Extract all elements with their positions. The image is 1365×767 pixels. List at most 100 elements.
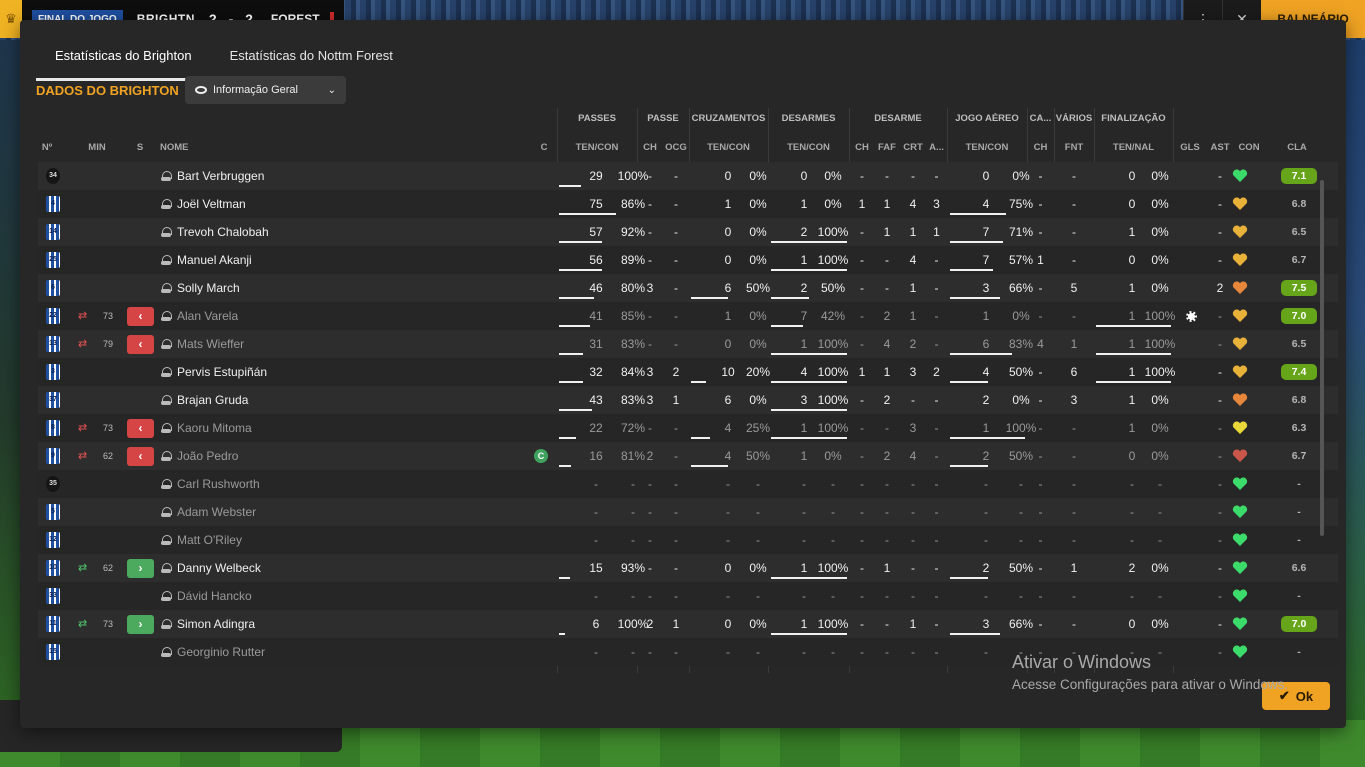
player-name[interactable]: João Pedro bbox=[177, 442, 238, 470]
col-header-con[interactable]: CON bbox=[1234, 142, 1264, 153]
player-name[interactable]: Bart Verbruggen bbox=[177, 162, 264, 190]
stat-p-ocg: - bbox=[674, 589, 678, 603]
player-name[interactable]: Dávid Hancko bbox=[177, 582, 252, 610]
player-name[interactable]: Trevoh Chalobah bbox=[177, 218, 269, 246]
col-header-no[interactable]: Nº bbox=[38, 142, 56, 153]
col-header-min[interactable]: MIN bbox=[83, 142, 111, 153]
player-name[interactable]: Alan Varela bbox=[177, 302, 238, 330]
stat-cr-pct: 0% bbox=[749, 197, 767, 211]
table-row[interactable]: 9 ⇄ 62 ‹ João Pedro C 16 81% 2-4 50% 1 0% -2 4-2 50% - -… bbox=[38, 442, 1338, 470]
table-row[interactable]: 25 Manuel Akanji 56 89% - -0 0% 1 100% - -4-7 57% 1-… bbox=[38, 246, 1338, 274]
player-name[interactable]: Simon Adingra bbox=[177, 610, 255, 638]
col-header-tackle-crt[interactable]: CRT bbox=[900, 142, 926, 153]
table-row[interactable]: 35 Carl Rushworth - - - - - - - - - - - - - - - - - - - - bbox=[38, 470, 1338, 498]
col-header-name[interactable]: NOME bbox=[160, 142, 200, 153]
player-name[interactable]: Matt O'Riley bbox=[177, 526, 242, 554]
shirt-icon: 9 bbox=[46, 448, 60, 464]
col-header-cla[interactable]: CLA bbox=[1279, 142, 1315, 153]
stat-fnt: 1 bbox=[1070, 337, 1078, 351]
player-name-cell[interactable]: Pervis Estupiñán bbox=[161, 358, 267, 386]
player-name[interactable]: Kaoru Mitoma bbox=[177, 414, 252, 442]
player-name-cell[interactable]: João Pedro bbox=[161, 442, 238, 470]
subbed-on-button[interactable]: › bbox=[127, 615, 154, 634]
player-name-cell[interactable]: Matt O'Riley bbox=[161, 526, 242, 554]
col-header-shots[interactable]: TEN/NAL bbox=[1094, 142, 1173, 153]
stat-fnt: - bbox=[1072, 477, 1076, 491]
subbed-off-button[interactable]: ‹ bbox=[127, 447, 154, 466]
col-header-ast[interactable]: AST bbox=[1206, 142, 1234, 153]
player-name-cell[interactable]: Manuel Akanji bbox=[161, 246, 252, 274]
condition-heart-icon bbox=[1232, 197, 1248, 210]
player-name[interactable]: Mats Wieffer bbox=[177, 330, 244, 358]
table-row[interactable]: 22 ⇄ 73 ‹ Alan Varela 41 85% - -1 0% 7 42% -2 1-1 0% - -… bbox=[38, 302, 1338, 330]
table-scrollbar[interactable] bbox=[1320, 180, 1324, 536]
table-row[interactable]: 14 Trevoh Chalobah 57 92% - -0 0% 2 100% -1 1 1 7 71%… bbox=[38, 218, 1338, 246]
player-name-cell[interactable]: Brajan Gruda bbox=[161, 386, 248, 414]
player-name-cell[interactable]: Carl Rushworth bbox=[161, 470, 260, 498]
col-header-gls[interactable]: GLS bbox=[1176, 142, 1204, 153]
col-header-fnt[interactable]: FNT bbox=[1054, 142, 1094, 153]
person-icon bbox=[161, 422, 172, 434]
col-header-pass-ocg[interactable]: OCG bbox=[662, 142, 690, 153]
player-name-cell[interactable]: Mats Wieffer bbox=[161, 330, 244, 358]
col-header-aerial[interactable]: TEN/CON bbox=[947, 142, 1027, 153]
player-name-cell[interactable]: Joël Veltman bbox=[161, 190, 246, 218]
player-name-cell[interactable]: Georginio Rutter bbox=[161, 638, 265, 666]
subbed-off-button[interactable]: ‹ bbox=[127, 335, 154, 354]
person-icon bbox=[161, 198, 172, 210]
tab-forest-stats[interactable]: Estatísticas do Nottm Forest bbox=[211, 38, 412, 81]
player-name-cell[interactable]: Dávid Hancko bbox=[161, 582, 252, 610]
player-name[interactable]: Adam Webster bbox=[177, 498, 256, 526]
table-row[interactable]: 11 ⇄ 73 › Simon Adingra 6 100% 2 1 0 0% 1 100% - -1-3 6… bbox=[38, 610, 1338, 638]
player-name[interactable]: Pervis Estupiñán bbox=[177, 358, 267, 386]
col-header-ca-ch[interactable]: CH bbox=[1027, 142, 1054, 153]
stat-fnt: 5 bbox=[1070, 281, 1078, 295]
player-name-cell[interactable]: Danny Welbeck bbox=[161, 554, 261, 582]
shirt-icon: 13 bbox=[46, 336, 60, 352]
player-name[interactable]: Danny Welbeck bbox=[177, 554, 261, 582]
col-header-pass-ch[interactable]: CH bbox=[638, 142, 662, 153]
player-name-cell[interactable]: Alan Varela bbox=[161, 302, 238, 330]
player-name-cell[interactable]: Simon Adingra bbox=[161, 610, 255, 638]
table-row[interactable]: 4 Joël Veltman 75 86% - -1 0% 1 0% 1 1 4 3 4 75% - -0 0% -… bbox=[38, 190, 1338, 218]
table-row[interactable]: 8 ⇄ 73 ‹ Kaoru Mitoma 22 72% - -4 25% 1 100% - -3-1 10… bbox=[38, 414, 1338, 442]
player-name-cell[interactable]: Bart Verbruggen bbox=[161, 162, 264, 190]
table-row[interactable]: 6 Solly March 46 80% 3-6 50% 2 50% - -1-3 66% -5 1 0%… bbox=[38, 274, 1338, 302]
col-header-tackle-faf[interactable]: FAF bbox=[874, 142, 900, 153]
table-row[interactable]: 5 Adam Webster - - - - - - - - - - - - - - - - - - - - bbox=[38, 498, 1338, 526]
player-name[interactable]: Georginio Rutter bbox=[177, 638, 265, 666]
player-name[interactable]: Brajan Gruda bbox=[177, 386, 248, 414]
col-header-c[interactable]: C bbox=[536, 142, 552, 153]
table-row[interactable]: 37 Brajan Gruda 43 83% 3 1 6 0% 3 100% -2- -2 0% -3 1 0… bbox=[38, 386, 1338, 414]
player-name[interactable]: Solly March bbox=[177, 274, 240, 302]
player-name-cell[interactable]: Trevoh Chalobah bbox=[161, 218, 269, 246]
player-name[interactable]: Joël Veltman bbox=[177, 190, 246, 218]
subbed-off-button[interactable]: ‹ bbox=[127, 307, 154, 326]
stat-d-faf: - bbox=[885, 169, 889, 183]
table-row[interactable]: 33 Dávid Hancko - - - - - - - - - - - - - - - - - - - - bbox=[38, 582, 1338, 610]
col-header-tackle-ch[interactable]: CH bbox=[850, 142, 874, 153]
player-name-cell[interactable]: Kaoru Mitoma bbox=[161, 414, 252, 442]
stat-ca-ch: 4 bbox=[1037, 337, 1044, 351]
col-header-crosses[interactable]: TEN/CON bbox=[689, 142, 768, 153]
table-row[interactable]: 10 ⇄ 62 › Danny Welbeck 15 93% - -0 0% 1 100% -1- -2 5… bbox=[38, 554, 1338, 582]
col-header-passes[interactable]: TEN/CON bbox=[557, 142, 637, 153]
col-header-tackles[interactable]: TEN/CON bbox=[768, 142, 849, 153]
subbed-off-button[interactable]: ‹ bbox=[127, 419, 154, 438]
table-row[interactable]: 12 Matt O'Riley - - - - - - - - - - - - - - - - - - - - bbox=[38, 526, 1338, 554]
subbed-on-button[interactable]: › bbox=[127, 559, 154, 578]
stat-d-a: - bbox=[934, 645, 939, 659]
player-name-cell[interactable]: Solly March bbox=[161, 274, 240, 302]
table-row[interactable]: 3 Pervis Estupiñán 32 84% 3 2 10 20% 4 100% 1 1 3 2 4 5… bbox=[38, 358, 1338, 386]
player-name[interactable]: Manuel Akanji bbox=[177, 246, 252, 274]
tab-brighton-stats[interactable]: Estatísticas do Brighton bbox=[36, 38, 211, 81]
player-name-cell[interactable]: Adam Webster bbox=[161, 498, 256, 526]
stat-ca-ch: - bbox=[1038, 505, 1043, 519]
col-header-s[interactable]: S bbox=[133, 142, 147, 153]
col-header-tackle-a[interactable]: A... bbox=[926, 142, 947, 153]
table-row[interactable]: 34 Bart Verbruggen 29 100% - -0 0% 0 0% - - - -0 0% - -… bbox=[38, 162, 1338, 190]
view-dropdown[interactable]: Informação Geral ⌄ bbox=[185, 76, 346, 104]
stat-d-ch: - bbox=[860, 477, 864, 491]
table-row[interactable]: 13 ⇄ 79 ‹ Mats Wieffer 31 83% - -0 0% 1 100% -4 2-6 83… bbox=[38, 330, 1338, 358]
player-name[interactable]: Carl Rushworth bbox=[177, 470, 260, 498]
